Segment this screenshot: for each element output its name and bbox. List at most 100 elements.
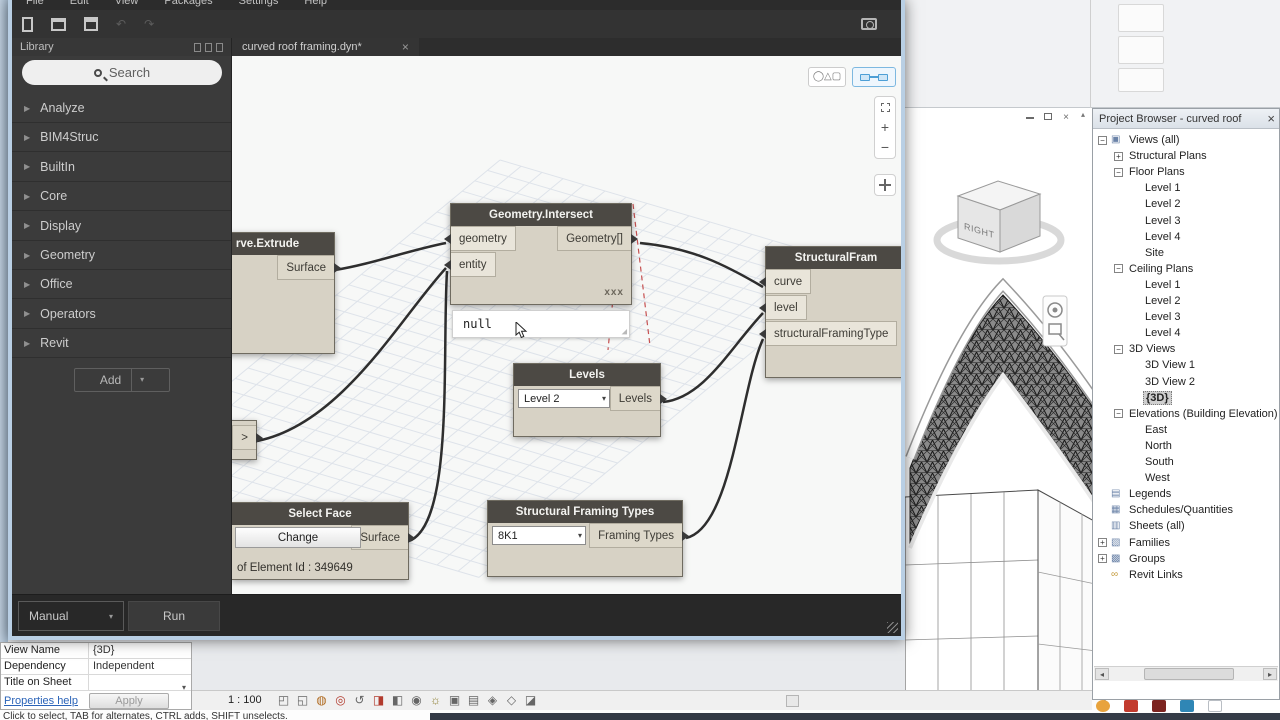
crop-view-icon[interactable]: ◨ [371, 693, 386, 708]
change-button[interactable]: Change [235, 527, 361, 548]
scroll-left-arrow[interactable]: ◂ [1095, 668, 1109, 680]
collapse-box[interactable]: − [1114, 409, 1123, 419]
add-package-button[interactable]: Add ▾ [74, 368, 170, 392]
menu-view[interactable]: View [115, 0, 139, 10]
tree-item-level-2[interactable]: Level 2 [1094, 196, 1278, 212]
tree-item-sheets-all[interactable]: ▥ Sheets (all) [1094, 518, 1278, 534]
workspace-tab[interactable]: curved roof framing.dyn* × [232, 38, 419, 56]
properties-help-link[interactable]: Properties help [4, 695, 78, 707]
library-layout-icon[interactable] [194, 42, 201, 52]
property-row-dependency[interactable]: Dependency Independent [1, 659, 191, 675]
worksharing-display-icon[interactable]: ▣ [447, 693, 462, 708]
chevron-down-icon[interactable]: ▾ [182, 683, 186, 692]
show-crop-region-icon[interactable]: ◧ [390, 693, 405, 708]
open-file-icon[interactable] [51, 17, 66, 31]
property-row-title-on-sheet[interactable]: Title on Sheet [1, 675, 191, 691]
tree-item-east[interactable]: East [1094, 422, 1278, 438]
tree-item-elevations-building-elevation[interactable]: − Elevations (Building Elevation) [1094, 406, 1278, 422]
levels-dropdown[interactable]: Level 2 ▾ [518, 389, 610, 408]
new-file-icon[interactable] [22, 16, 33, 32]
taskbar-app-4[interactable] [1180, 700, 1194, 712]
sidebar-item-core[interactable]: ▶ Core [12, 182, 231, 212]
tree-item-level-1[interactable]: Level 1 [1094, 277, 1278, 293]
analytical-model-icon[interactable]: ◈ [485, 693, 500, 708]
zoom-fit-icon[interactable] [880, 103, 890, 112]
node-view-toggle[interactable] [852, 67, 896, 87]
run-mode-dropdown[interactable]: Manual ▾ [18, 601, 124, 631]
tree-item-groups[interactable]: + ▩ Groups [1094, 551, 1278, 567]
tree-item-views-all[interactable]: − ▣ Views (all) [1094, 132, 1278, 148]
node-title[interactable]: Structural Framing Types [488, 501, 682, 523]
property-value[interactable]: {3D} [89, 643, 191, 658]
tree-item-families[interactable]: + ▧ Families [1094, 535, 1278, 551]
tree-item-south[interactable]: South [1094, 454, 1278, 470]
detail-level-icon[interactable]: ◱ [295, 693, 310, 708]
view-scale-label[interactable]: 1 : 100 [228, 694, 262, 706]
input-port-entity[interactable]: entity [444, 252, 496, 277]
tree-item-west[interactable]: West [1094, 470, 1278, 486]
tree-item-site[interactable]: Site [1094, 245, 1278, 261]
horizontal-scrollbar[interactable]: ◂ ▸ [1094, 666, 1278, 681]
lacing-label[interactable]: xxx [604, 287, 624, 298]
tree-item-structural-plans[interactable]: + Structural Plans [1094, 148, 1278, 164]
scroll-right-arrow[interactable]: ▸ [1263, 668, 1277, 680]
apply-button[interactable]: Apply [89, 693, 169, 709]
redo-icon[interactable]: ↷ [144, 17, 154, 31]
run-button[interactable]: Run [128, 601, 220, 631]
output-port-surface[interactable]: Surface [277, 255, 341, 280]
save-file-icon[interactable] [84, 17, 98, 31]
temporary-hide-isolate-icon[interactable]: ◉ [409, 693, 424, 708]
sun-path-icon[interactable]: ◍ [314, 693, 329, 708]
tree-item-level-3[interactable]: Level 3 [1094, 213, 1278, 229]
input-port-curve[interactable]: curve [758, 269, 812, 294]
structural-framing-types-dropdown[interactable]: 8K1 ▾ [492, 526, 586, 545]
geometry-preview-toggle[interactable]: ◯△▢ [808, 67, 846, 87]
taskbar-app-1[interactable] [1096, 700, 1110, 712]
scrollbar-thumb[interactable] [1144, 668, 1234, 680]
export-image-icon[interactable] [861, 18, 877, 30]
output-port-levels[interactable]: Levels [609, 386, 668, 411]
sidebar-item-geometry[interactable]: ▶ Geometry [12, 241, 231, 270]
menu-settings[interactable]: Settings [239, 0, 279, 10]
sidebar-item-display[interactable]: ▶ Display [12, 212, 231, 241]
taskbar-app-2[interactable] [1124, 700, 1138, 712]
tree-item-legends[interactable]: ▤ Legends [1094, 486, 1278, 502]
project-browser-titlebar[interactable]: Project Browser - curved roof × [1093, 109, 1279, 129]
expand-box[interactable]: + [1098, 538, 1107, 547]
sidebar-item-builtin[interactable]: ▶ BuiltIn [12, 153, 231, 182]
menu-edit[interactable]: Edit [70, 0, 89, 10]
node-title[interactable]: StructuralFram [766, 247, 901, 269]
node-title[interactable]: Levels [514, 364, 660, 386]
sidebar-item-operators[interactable]: ▶ Operators [12, 300, 231, 329]
collapse-box[interactable]: − [1114, 344, 1123, 354]
window-resize-grip[interactable] [887, 622, 898, 633]
displacement-sets-icon[interactable]: ◇ [504, 693, 519, 708]
node-title[interactable]: Geometry.Intersect [451, 204, 631, 226]
node-structural-framing-types[interactable]: Structural Framing Types Framing Types 8K1… [487, 500, 689, 577]
output-port-[interactable]: > [232, 425, 263, 450]
menu-help[interactable]: Help [304, 0, 327, 10]
temporary-view-properties-icon[interactable]: ▤ [466, 693, 481, 708]
expand-box[interactable]: + [1098, 554, 1107, 564]
tree-item-3d-view-1[interactable]: 3D View 1 [1094, 357, 1278, 373]
visual-style-icon[interactable]: ◰ [276, 693, 291, 708]
minimize-view-button[interactable] [1022, 112, 1038, 125]
input-port-geometry[interactable]: geometry [444, 226, 516, 251]
restore-view-button[interactable] [1040, 112, 1056, 125]
tree-item-level-1[interactable]: Level 1 [1094, 180, 1278, 196]
tree-item-ceiling-plans[interactable]: − Ceiling Plans [1094, 261, 1278, 277]
zoom-out-icon[interactable]: − [881, 140, 889, 154]
tree-item-level-4[interactable]: Level 4 [1094, 229, 1278, 245]
library-collapse-icon[interactable] [216, 42, 223, 52]
tree-item-3d-view-2[interactable]: 3D View 2 [1094, 374, 1278, 390]
node-preview-bubble[interactable]: null ◢ [452, 310, 630, 338]
property-value[interactable]: Independent [89, 659, 191, 674]
collapse-box[interactable]: − [1098, 135, 1107, 145]
lock-3d-view-icon[interactable]: ◪ [523, 693, 538, 708]
expand-caret-icon[interactable]: ▴ [1081, 110, 1085, 119]
pan-button[interactable] [874, 174, 896, 196]
tree-item-level-3[interactable]: Level 3 [1094, 309, 1278, 325]
tree-item-level-2[interactable]: Level 2 [1094, 293, 1278, 309]
tree-item-schedules-quantities[interactable]: ▦ Schedules/Quantities [1094, 502, 1278, 518]
close-view-button[interactable]: × [1058, 112, 1074, 125]
